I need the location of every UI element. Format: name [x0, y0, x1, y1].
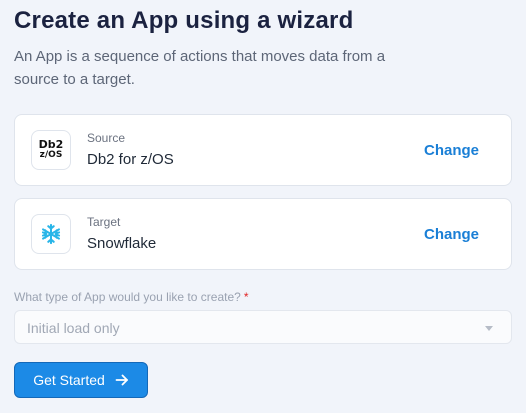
required-marker: *	[243, 290, 249, 304]
snowflake-icon	[31, 214, 71, 254]
app-wizard: Create an App using a wizard An App is a…	[14, 0, 514, 398]
get-started-button[interactable]: Get Started	[14, 362, 148, 398]
get-started-label: Get Started	[33, 372, 105, 388]
app-type-question: What type of App would you like to creat…	[14, 290, 248, 304]
arrow-right-icon	[115, 373, 129, 387]
target-card: Target Snowflake Change	[14, 198, 512, 270]
db2-logo-icon: Db2 z/OS	[31, 130, 71, 170]
change-source-button[interactable]: Change	[424, 142, 479, 159]
source-value: Db2 for z/OS	[87, 151, 174, 168]
app-type-select[interactable]: Initial load only	[14, 310, 512, 344]
source-label: Source	[87, 131, 126, 145]
app-type-question-text: What type of App would you like to creat…	[14, 290, 241, 304]
target-label: Target	[87, 215, 121, 229]
target-value: Snowflake	[87, 235, 157, 252]
page-title: Create an App using a wizard	[14, 7, 354, 34]
change-target-button[interactable]: Change	[424, 226, 479, 243]
chevron-down-icon	[485, 326, 493, 331]
app-type-selected-value: Initial load only	[27, 320, 120, 336]
source-card: Db2 z/OS Source Db2 for z/OS Change	[14, 114, 512, 186]
page-subtitle: An App is a sequence of actions that mov…	[14, 48, 386, 88]
